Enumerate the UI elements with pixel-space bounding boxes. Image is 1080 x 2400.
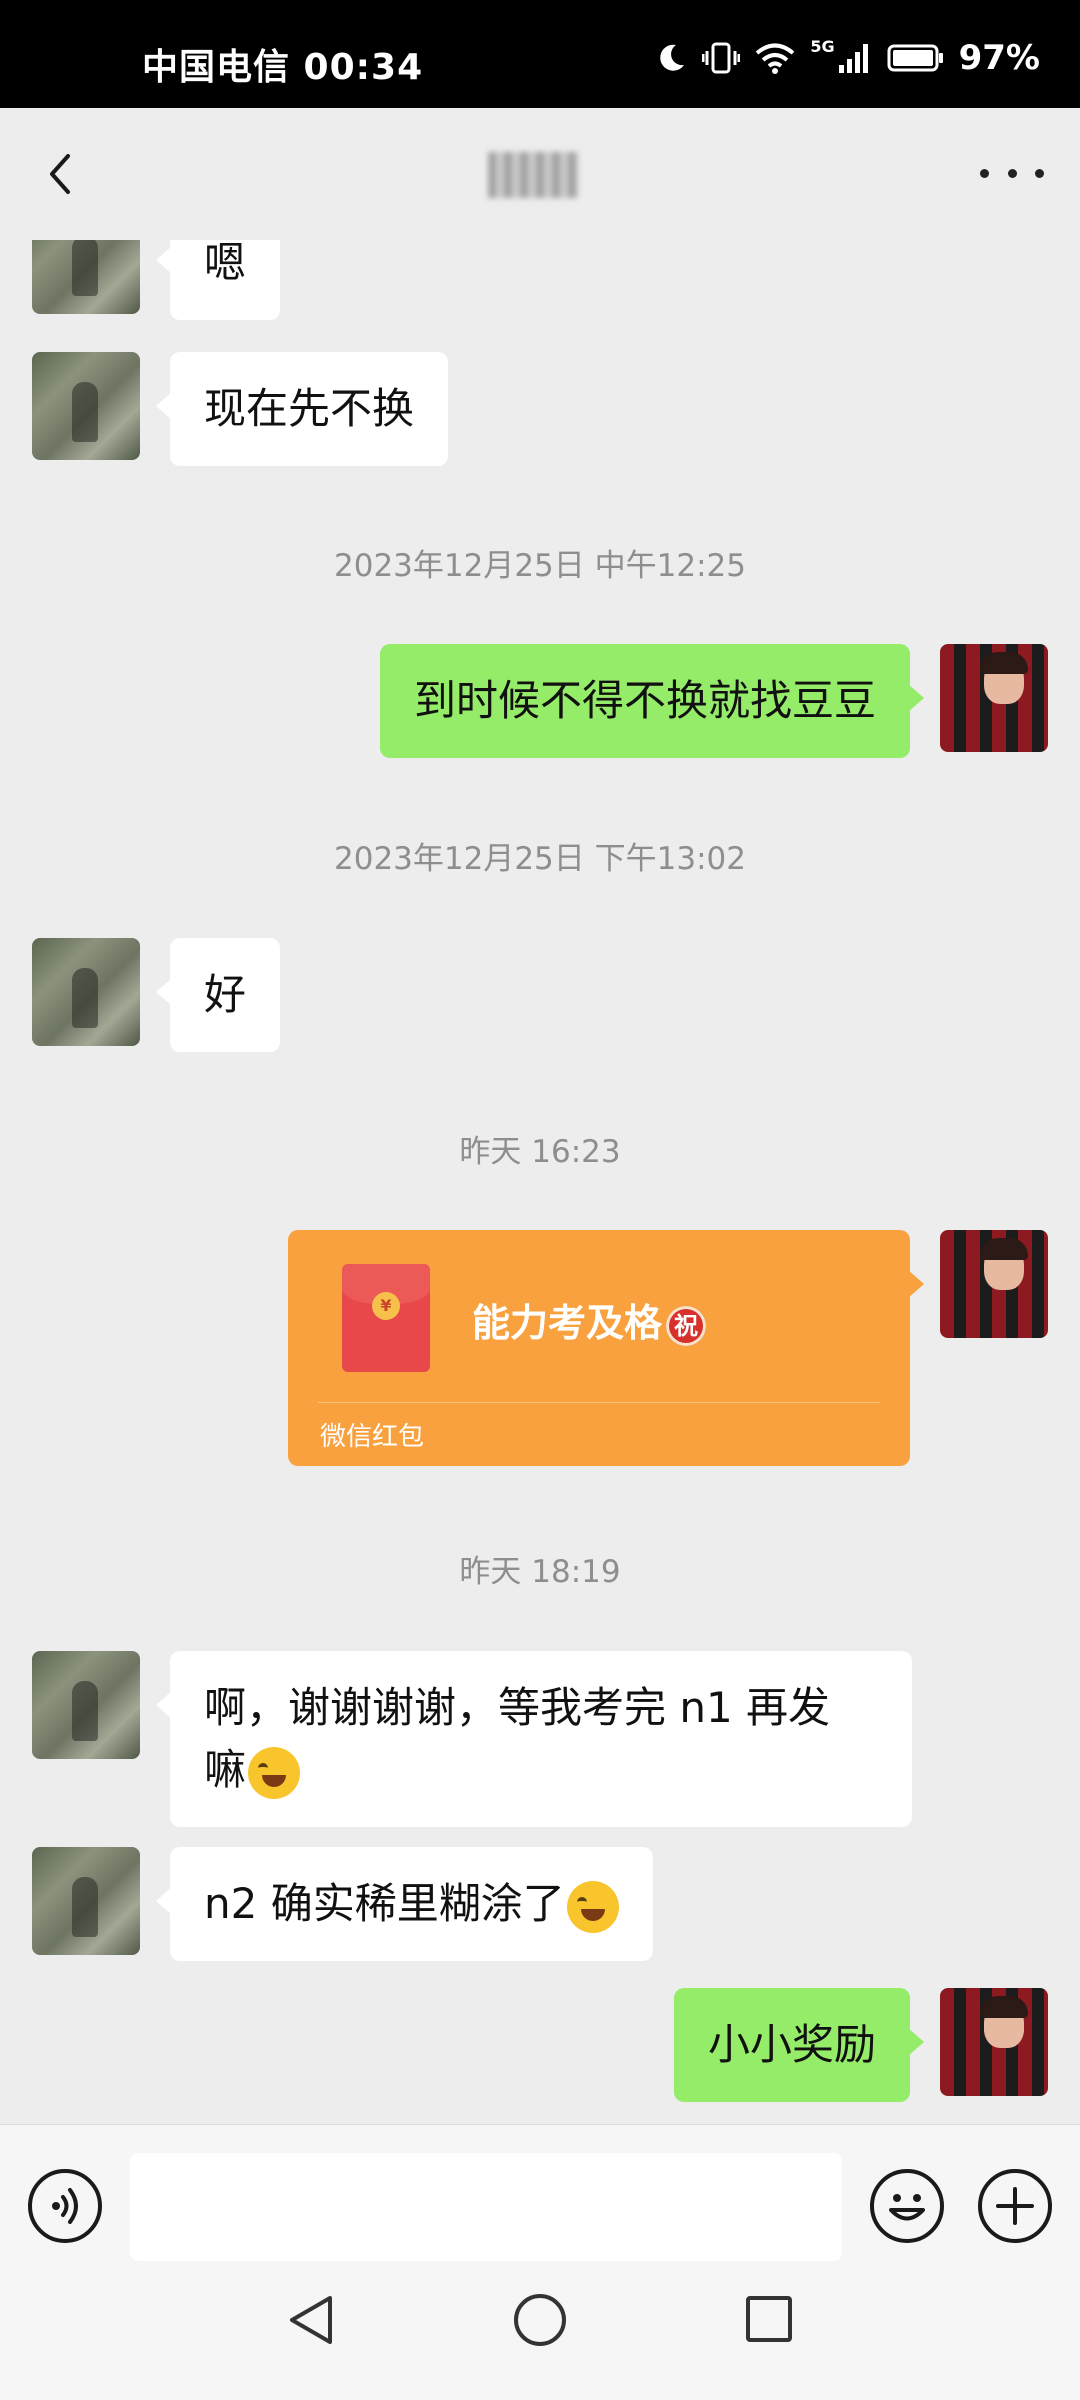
message-bubble[interactable]: 啊，谢谢谢谢，等我考完 n1 再发 嘛 [156,1651,912,1827]
nav-recent-button[interactable] [746,2296,792,2342]
friend-avatar[interactable] [32,1847,140,1955]
timestamp: 2023年12月25日 中午12:25 [334,548,746,584]
red-packet[interactable]: ¥ 能力考及格祝 微信红包 [288,1230,924,1466]
chat-header [0,108,1080,240]
message-input[interactable] [130,2153,842,2261]
system-nav-bar [0,2290,1080,2400]
red-envelope-icon: ¥ [342,1264,430,1372]
friend-avatar[interactable] [32,352,140,460]
more-dot [1035,168,1044,178]
input-bar [0,2124,1080,2290]
more-button[interactable] [980,158,1044,188]
battery-percent: 97% [958,38,1040,78]
plus-button[interactable] [978,2169,1052,2243]
message-line: 啊，谢谢谢谢，等我考完 n1 再发 [204,1683,831,1732]
message-bubble[interactable]: n2 确实稀里糊涂了 [156,1847,653,1961]
carrier-time: 中国电信 00:34 [142,47,424,88]
crying-face-icon [248,1746,301,1799]
red-packet-title: 能力考及格祝 [472,1292,707,1347]
signal-icon [838,44,868,73]
red-packet-label: 微信红包 [320,1422,425,1452]
emoji-button[interactable] [870,2169,944,2243]
network-type: 5G [810,36,835,56]
chevron-left-icon [50,154,70,194]
more-dot [1007,168,1017,178]
nav-home-button[interactable] [514,2294,566,2346]
back-button[interactable] [32,144,92,204]
chat-messages[interactable]: 嗯 现在先不换 2023年12月25日 中午12:25 到时候不得不换就找豆豆 … [0,240,1080,2124]
divider [318,1402,880,1403]
timestamp: 昨天 16:23 [459,1134,621,1170]
message-bubble[interactable]: 好 [155,938,281,1052]
voice-button[interactable] [28,2169,102,2243]
status-bar: 中国电信 00:34 5G 97% [0,0,1080,108]
battery-icon [887,44,943,72]
timestamp: 2023年12月25日 下午13:02 [334,841,746,877]
message-text: n2 确实稀里糊涂了 [204,1879,565,1928]
emoji-icon [889,2194,925,2221]
friend-avatar[interactable] [32,938,140,1046]
red-packet-title-text: 能力考及格 [472,1301,663,1345]
friend-avatar[interactable] [32,1651,140,1759]
vibrate-icon [702,42,741,74]
chat-title-blurred [488,152,578,198]
congrats-badge-icon: 祝 [666,1305,707,1346]
nav-back-button[interactable] [284,2290,340,2350]
message-bubble[interactable]: 到时候不得不换就找豆豆 [379,644,925,758]
message-bubble[interactable]: 小小奖励 [673,1988,925,2102]
plus-icon [996,2187,1034,2225]
message-line-2: 嘛 [204,1739,878,1801]
status-icons: 5G 97% [654,36,1040,78]
yuan-coin-icon: ¥ [372,1292,400,1320]
friend-avatar[interactable] [32,240,140,314]
my-avatar[interactable] [940,644,1048,752]
voice-icon [52,2188,78,2224]
more-dot [980,168,989,178]
nav-back-icon [290,2296,332,2344]
wifi-icon [756,43,795,74]
my-avatar[interactable] [940,1988,1048,2096]
laughing-face-icon [566,1880,619,1933]
message-bubble[interactable]: 嗯 [155,240,281,320]
timestamp: 昨天 18:19 [459,1554,621,1590]
my-avatar[interactable] [940,1230,1048,1338]
message-bubble[interactable]: 现在先不换 [155,352,449,466]
moon-icon [660,44,685,71]
